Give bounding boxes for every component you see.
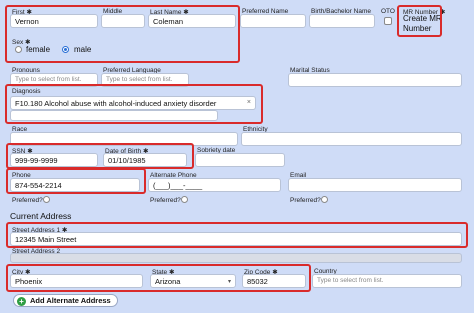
sobriety-date-input[interactable] <box>195 153 285 167</box>
oto-checkbox[interactable] <box>384 17 392 25</box>
mr-number-highlight <box>397 5 442 37</box>
phone-preferred-radio[interactable] <box>43 196 50 203</box>
alt-phone-preferred-radio[interactable] <box>181 196 188 203</box>
marital-status-select[interactable] <box>288 73 462 87</box>
alt-phone-preferred-label: Preferred? <box>150 197 181 204</box>
alternate-phone-input[interactable]: (___)___-____ <box>148 178 281 192</box>
diagnosis-highlight <box>5 84 263 124</box>
preferred-name-input[interactable] <box>240 14 306 28</box>
email-preferred-label: Preferred? <box>290 197 321 204</box>
name-sex-highlight <box>5 5 240 63</box>
country-input[interactable]: Type to select from list. <box>312 274 462 288</box>
current-address-heading: Current Address <box>10 211 72 221</box>
oto-label: OTO <box>381 8 395 15</box>
city-state-zip-highlight <box>6 264 311 292</box>
add-alternate-address-button[interactable]: + Add Alternate Address <box>13 294 118 307</box>
plus-circle-icon: + <box>17 297 26 306</box>
ethnicity-select[interactable] <box>241 132 462 146</box>
email-preferred-radio[interactable] <box>321 196 328 203</box>
phone-preferred-label: Preferred? <box>12 197 43 204</box>
street-address-highlight <box>6 222 468 248</box>
street-address-2-input[interactable] <box>10 253 462 263</box>
phone-highlight <box>6 168 146 194</box>
birth-name-input[interactable] <box>309 14 375 28</box>
ssn-dob-highlight <box>6 143 194 169</box>
email-input[interactable] <box>288 178 462 192</box>
